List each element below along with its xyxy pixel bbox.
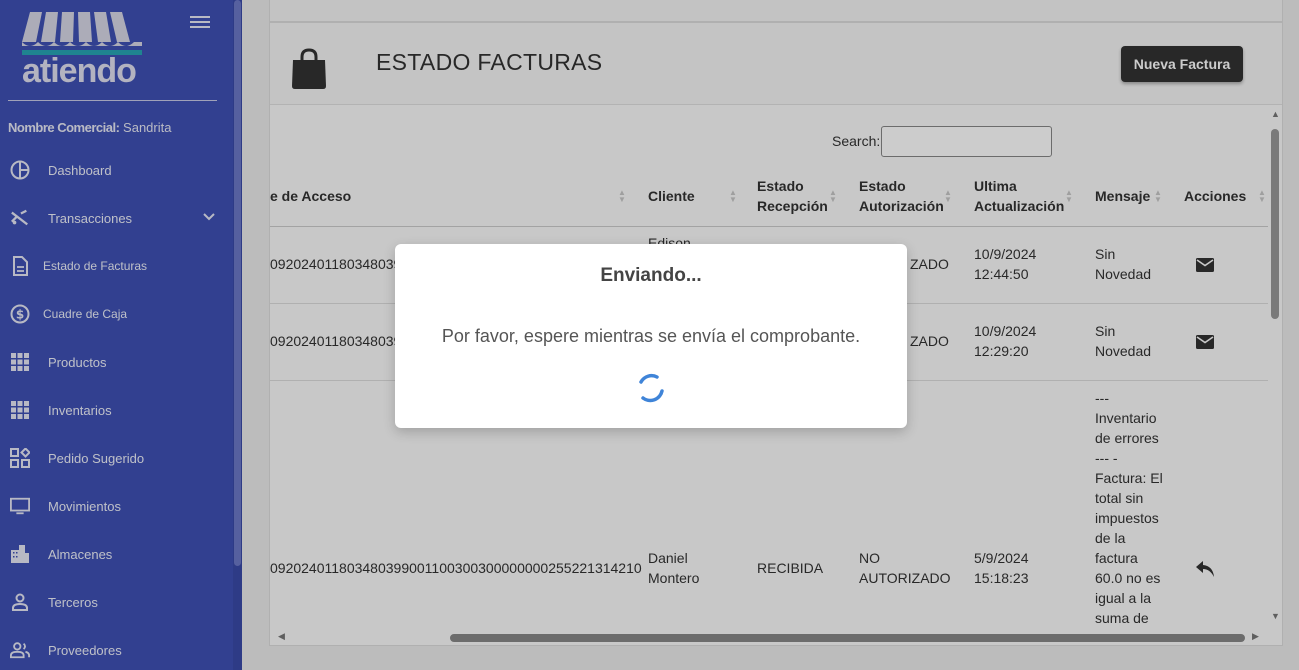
dialog-title: Enviando... — [600, 265, 702, 286]
sending-dialog: Enviando... Por favor, espere mientras s… — [395, 244, 907, 428]
loading-spinner-icon — [639, 373, 664, 403]
dialog-message: Por favor, espere mientras se envía el c… — [441, 326, 861, 346]
